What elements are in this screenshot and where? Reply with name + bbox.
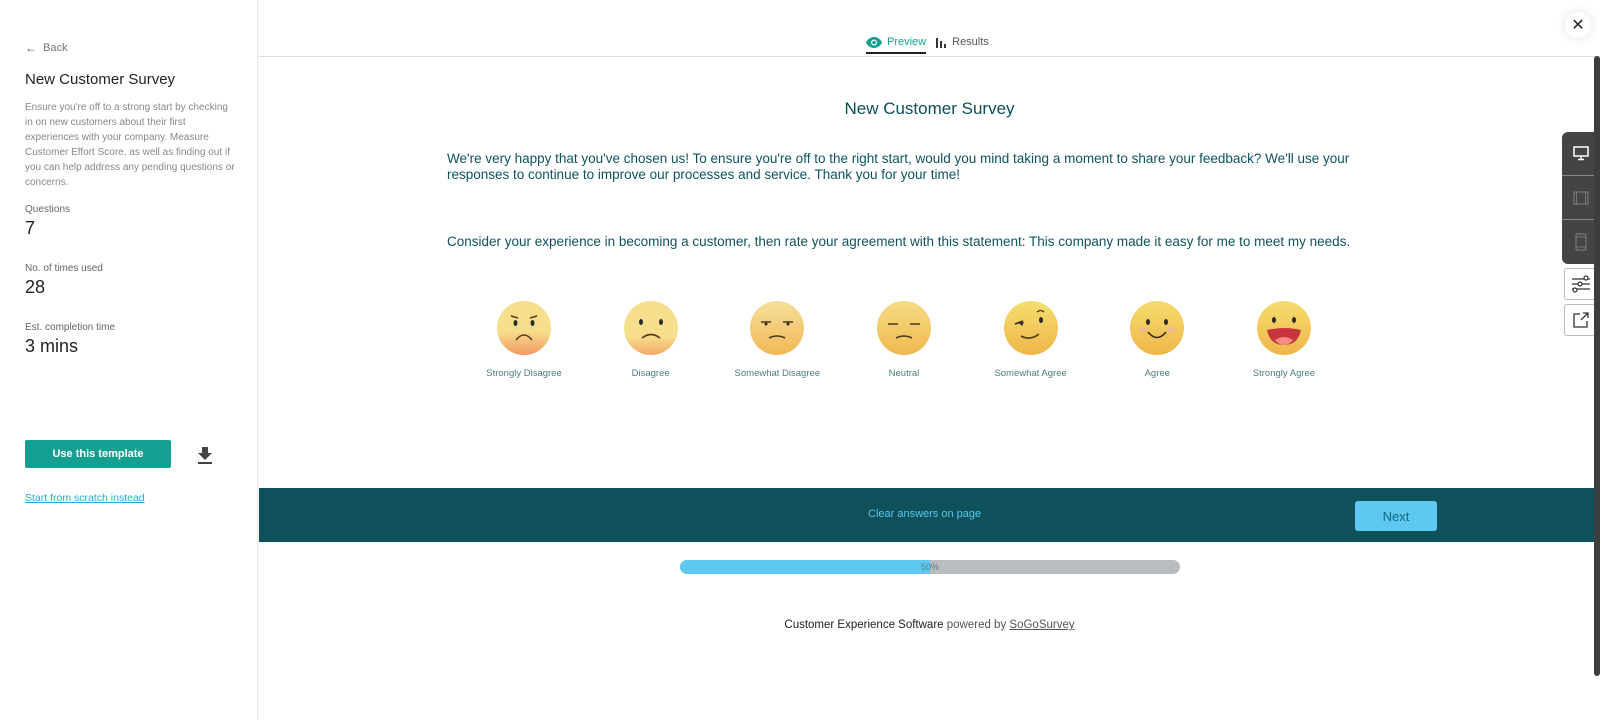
rating-option-strongly-disagree[interactable]: Strongly Disagree — [469, 300, 579, 379]
settings-sliders-icon — [1572, 275, 1590, 293]
rating-option-neutral[interactable]: Neutral — [849, 300, 959, 379]
next-button[interactable]: Next — [1355, 501, 1437, 531]
smirk-face-icon — [1003, 301, 1058, 355]
progress-label: 50% — [920, 562, 939, 572]
preview-area: Preview Results ✕ New Customer Survey We… — [259, 0, 1600, 720]
option-label: Strongly Agree — [1252, 368, 1316, 379]
tablet-icon — [1573, 190, 1589, 205]
header-divider — [259, 56, 1600, 57]
stat-questions: Questions 7 — [25, 204, 70, 239]
angry-face-icon — [497, 301, 551, 355]
eye-icon — [866, 36, 882, 48]
settings-button[interactable] — [1564, 268, 1598, 300]
stat-value: 28 — [25, 277, 46, 297]
question-text: Consider your experience in becoming a c… — [447, 234, 1351, 249]
desktop-icon — [1573, 146, 1589, 161]
neutral-face-icon — [876, 301, 931, 355]
annoyed-face-icon — [750, 301, 805, 355]
back-link[interactable]: ← Back — [25, 41, 67, 55]
powered-by-text: powered by — [943, 619, 1010, 631]
tab-preview[interactable]: Preview — [866, 36, 927, 54]
option-label: Agree — [1144, 368, 1170, 379]
arrow-left-icon: ← — [25, 41, 37, 55]
bar-chart-icon — [936, 37, 947, 48]
external-link-icon — [1573, 312, 1589, 328]
powered-by: Customer Experience Software powered by … — [259, 619, 1600, 631]
rating-option-strongly-agree[interactable]: Strongly Agree — [1229, 300, 1339, 379]
option-label: Strongly Disagree — [486, 368, 562, 379]
stat-value: 3 mins — [25, 336, 79, 356]
template-sidebar: ← Back New Customer Survey Ensure you're… — [0, 0, 258, 720]
vertical-scrollbar[interactable] — [1594, 56, 1600, 676]
view-tabs: Preview Results — [866, 36, 989, 54]
template-description: Ensure you're off to a strong start by c… — [25, 102, 235, 188]
clear-answers-link[interactable]: Clear answers on page — [868, 508, 981, 520]
option-label: Neutral — [888, 368, 920, 379]
back-label: Back — [43, 42, 68, 54]
stat-value: 7 — [25, 218, 36, 238]
stat-label: Est. completion time — [25, 322, 116, 333]
sad-face-icon — [623, 301, 678, 355]
rating-scale: Strongly Disagree Disagree Somewhat Disa… — [469, 300, 1339, 379]
option-label: Somewhat Disagree — [734, 368, 821, 379]
progress-bar: 50% — [680, 560, 1180, 574]
template-title: New Customer Survey — [25, 71, 176, 88]
stat-label: Questions — [25, 204, 71, 215]
stat-times-used: No. of times used 28 — [25, 263, 103, 298]
use-template-button[interactable]: Use this template — [25, 440, 171, 468]
sogosurvey-link[interactable]: SoGoSurvey — [1009, 619, 1074, 631]
mobile-icon — [1575, 233, 1587, 251]
rating-option-somewhat-agree[interactable]: Somewhat Agree — [976, 300, 1086, 379]
laughing-face-icon — [1256, 301, 1311, 355]
option-label: Somewhat Agree — [994, 368, 1067, 379]
survey-intro: We're very happy that you've chosen us! … — [447, 151, 1350, 182]
rating-option-agree[interactable]: Agree — [1102, 300, 1212, 379]
rating-option-disagree[interactable]: Disagree — [596, 300, 706, 379]
stat-label: No. of times used — [25, 263, 103, 274]
powered-by-product: Customer Experience Software — [784, 619, 944, 631]
tab-label: Preview — [887, 36, 927, 48]
tab-label: Results — [952, 36, 989, 48]
close-icon[interactable]: ✕ — [1565, 12, 1591, 38]
smile-face-icon — [1130, 301, 1185, 355]
open-external-button[interactable] — [1564, 304, 1598, 336]
start-from-scratch-link[interactable]: Start from scratch instead — [25, 492, 145, 504]
rating-option-somewhat-disagree[interactable]: Somewhat Disagree — [722, 300, 832, 379]
tab-results[interactable]: Results — [936, 36, 989, 54]
option-label: Disagree — [631, 368, 670, 379]
survey-action-bar: Clear answers on page Next — [259, 488, 1600, 542]
survey-title: New Customer Survey — [844, 99, 1015, 118]
stat-completion-time: Est. completion time 3 mins — [25, 322, 115, 357]
download-icon[interactable] — [197, 446, 213, 464]
